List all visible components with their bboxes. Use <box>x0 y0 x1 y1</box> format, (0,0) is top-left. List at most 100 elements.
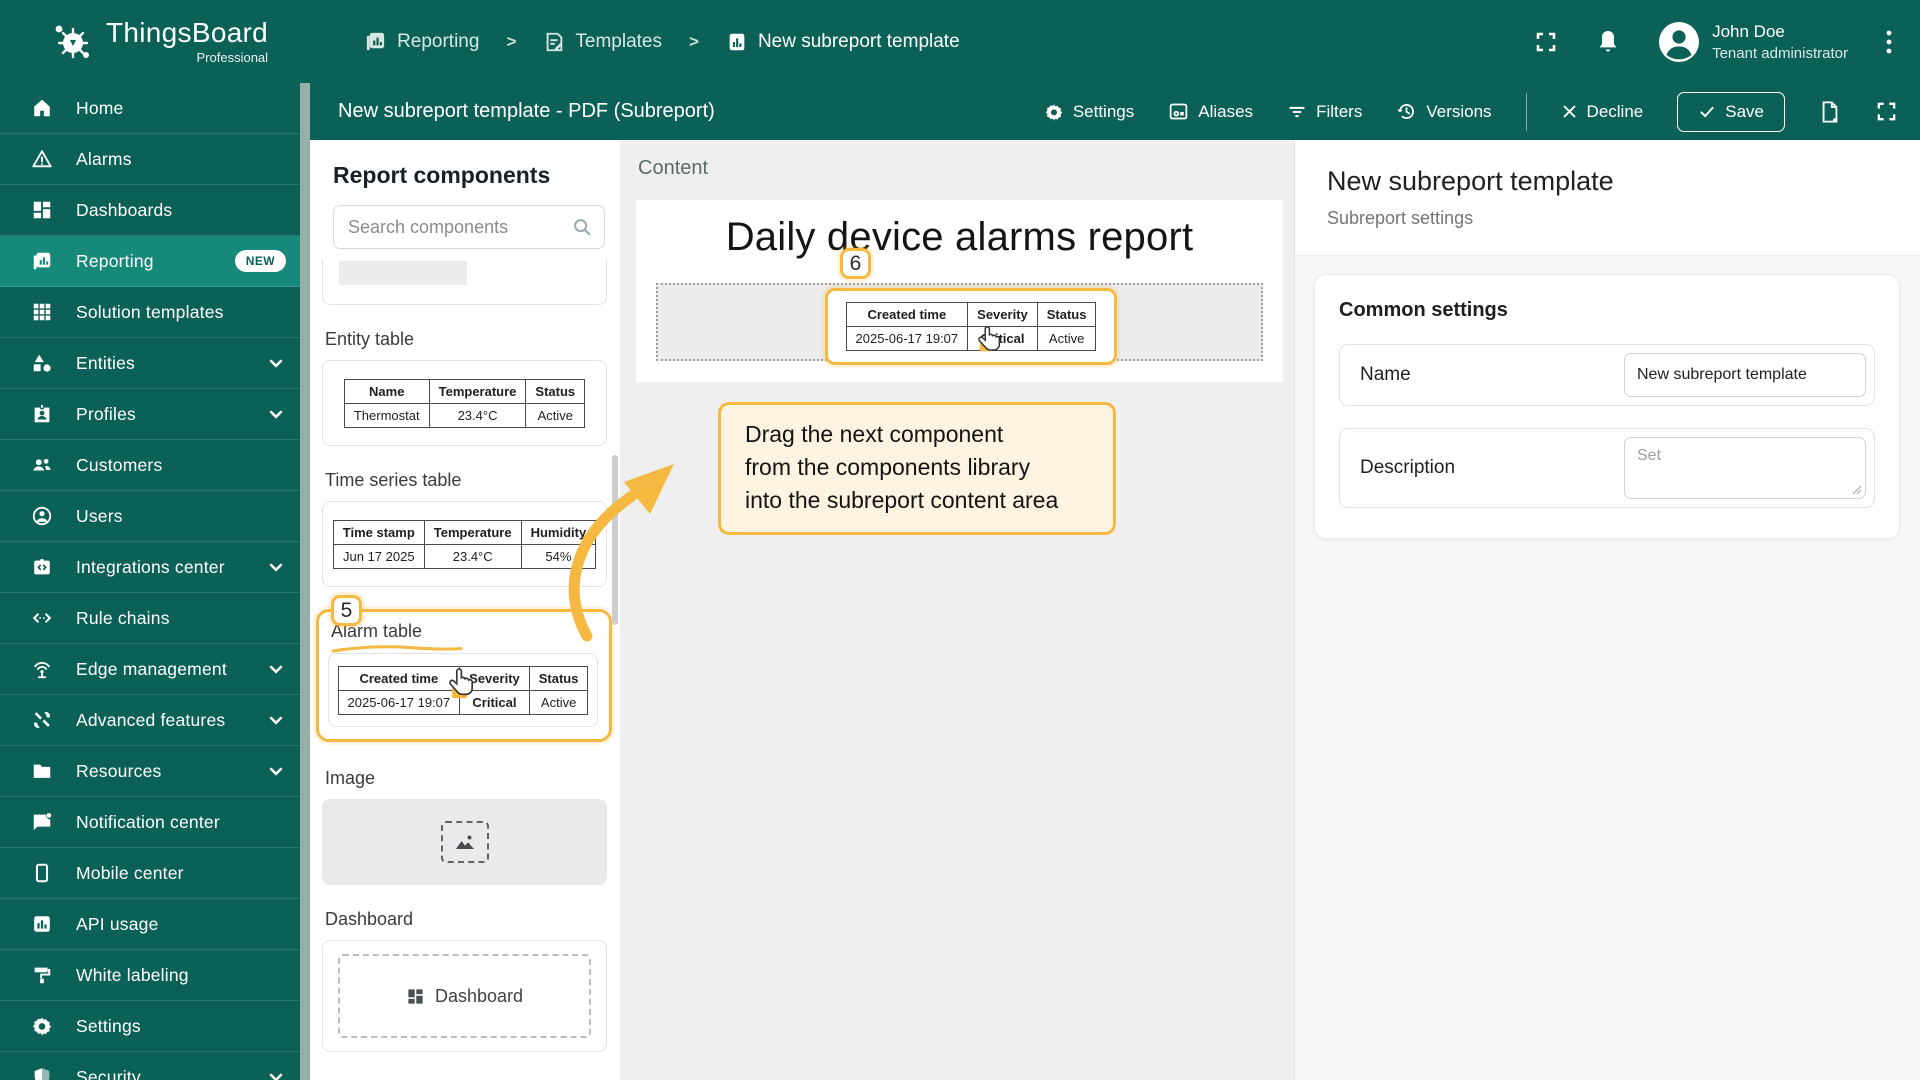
dashboards-icon <box>30 198 54 222</box>
subreport-details-panel: New subreport template Subreport setting… <box>1294 140 1920 1080</box>
breadcrumb-current[interactable]: New subreport template <box>726 31 960 53</box>
sidebar-scrollbar[interactable] <box>300 83 310 1080</box>
step-badge-5: 5 <box>331 595 362 626</box>
sidebar-item-security[interactable]: Security <box>0 1052 300 1080</box>
white-labeling-icon <box>30 963 54 987</box>
sidebar-item-rule-chains[interactable]: Rule chains <box>0 593 300 644</box>
dashboard-label: Dashboard <box>325 909 414 929</box>
home-icon <box>30 96 54 120</box>
sidebar-item-reporting[interactable]: Reporting NEW <box>0 236 300 287</box>
dropped-alarm-table[interactable]: Created time Severity Status 2025-06-17 … <box>825 288 1117 365</box>
brand-name: ThingsBoard <box>106 17 269 48</box>
sidebar-item-dashboards[interactable]: Dashboards <box>0 185 300 236</box>
details-subtitle: Subreport settings <box>1327 208 1474 228</box>
user-role: Tenant administrator <box>1712 44 1848 62</box>
breadcrumb-reporting[interactable]: Reporting <box>364 30 479 53</box>
notifications-bell-icon[interactable] <box>1596 29 1620 55</box>
name-input[interactable] <box>1624 353 1866 397</box>
resources-folder-icon <box>30 759 54 783</box>
image-component[interactable] <box>322 799 607 885</box>
sidebar-item-customers[interactable]: Customers <box>0 440 300 491</box>
advanced-features-icon <box>30 708 54 732</box>
sidebar-item-mobile-center[interactable]: Mobile center <box>0 848 300 899</box>
filters-button[interactable]: Filters <box>1287 102 1362 122</box>
versions-button[interactable]: Versions <box>1396 101 1492 122</box>
subreport-template-icon <box>726 31 748 53</box>
sidebar-item-notification-center[interactable]: Notification center <box>0 797 300 848</box>
time-series-table-component[interactable]: Time stamp Temperature Humidity Jun 17 2… <box>322 501 607 587</box>
new-badge: NEW <box>234 250 286 272</box>
name-field-row: Name <box>1339 344 1875 406</box>
sidebar-item-resources[interactable]: Resources <box>0 746 300 797</box>
entity-table-component[interactable]: Name Temperature Status Thermostat 23.4°… <box>322 360 607 446</box>
sidebar-item-integrations-center[interactable]: Integrations center <box>0 542 300 593</box>
aliases-button[interactable]: Aliases <box>1168 101 1253 122</box>
components-scrollbar[interactable] <box>612 455 618 625</box>
report-page-preview[interactable]: Daily device alarms report Created time … <box>636 200 1283 382</box>
scrolled-component-card[interactable] <box>322 259 607 305</box>
sidebar-item-white-labeling[interactable]: White labeling <box>0 950 300 1001</box>
reporting-icon <box>30 249 54 273</box>
sidebar-item-entities[interactable]: Entities <box>0 338 300 389</box>
more-menu-icon[interactable] <box>1886 29 1892 55</box>
alarm-table-component[interactable]: Created time Severity Status 2025-06-17 … <box>328 653 598 727</box>
sidebar-item-users[interactable]: Users <box>0 491 300 542</box>
rule-chains-icon <box>30 606 54 630</box>
entity-table-preview: Name Temperature Status Thermostat 23.4°… <box>343 379 586 428</box>
common-settings-card: Common settings Name Description <box>1314 274 1900 539</box>
top-header: ThingsBoard Professional Reporting > Tem… <box>0 0 1920 83</box>
template-toolbar: New subreport template - PDF (Subreport)… <box>310 83 1920 140</box>
content-section-label: Content <box>638 157 709 179</box>
toolbar-divider <box>1525 92 1527 131</box>
generate-report-icon[interactable] <box>1819 100 1841 124</box>
name-field-label: Name <box>1360 364 1411 385</box>
decline-button[interactable]: Decline <box>1561 102 1643 122</box>
time-series-table-preview: Time stamp Temperature Humidity Jun 17 2… <box>332 520 597 569</box>
sidebar-item-edge-management[interactable]: Edge management <box>0 644 300 695</box>
hand-cursor-icon <box>449 668 473 699</box>
step-badge-6: 6 <box>840 248 871 279</box>
template-title: New subreport template - PDF (Subreport) <box>338 100 715 122</box>
breadcrumb: Reporting > Templates > New subreport te… <box>364 30 960 53</box>
user-menu[interactable]: John Doe Tenant administrator <box>1658 21 1848 63</box>
profiles-icon <box>30 402 54 426</box>
component-placeholder-strip <box>339 261 467 285</box>
entities-icon <box>30 351 54 375</box>
settings-button[interactable]: Settings <box>1044 102 1134 122</box>
brand-edition: Professional <box>196 50 269 65</box>
sidebar-item-profiles[interactable]: Profiles <box>0 389 300 440</box>
sidebar-item-advanced-features[interactable]: Advanced features <box>0 695 300 746</box>
report-title: Daily device alarms report <box>725 215 1194 259</box>
search-components-input[interactable] <box>333 205 605 249</box>
sidebar-item-api-usage[interactable]: API usage <box>0 899 300 950</box>
templates-icon <box>543 31 565 53</box>
dashboard-component[interactable]: Dashboard <box>322 940 607 1052</box>
notification-center-icon <box>30 810 54 834</box>
subreport-content-area: Content Daily device alarms report Creat… <box>620 140 1294 1080</box>
drag-hint-tooltip: Drag the next component from the compone… <box>718 402 1116 535</box>
chevron-down-icon <box>266 353 286 373</box>
description-textarea[interactable] <box>1624 437 1866 499</box>
sidebar-item-alarms[interactable]: Alarms <box>0 134 300 185</box>
breadcrumb-templates[interactable]: Templates <box>543 31 662 53</box>
sidebar-item-settings[interactable]: Settings <box>0 1001 300 1052</box>
gear-icon <box>1044 102 1064 122</box>
chevron-down-icon <box>266 404 286 424</box>
brand-logo[interactable]: ThingsBoard Professional <box>50 19 268 64</box>
fullscreen-icon[interactable] <box>1534 30 1558 54</box>
sidebar-item-solution-templates[interactable]: Solution templates <box>0 287 300 338</box>
image-placeholder-icon <box>440 821 489 863</box>
check-icon <box>1698 103 1716 121</box>
user-name: John Doe <box>1712 21 1785 41</box>
filter-icon <box>1287 102 1307 122</box>
users-icon <box>30 504 54 528</box>
alarm-table-label: Alarm table <box>331 621 423 641</box>
save-button[interactable]: Save <box>1677 91 1785 132</box>
components-panel-title: Report components <box>333 162 551 188</box>
dropped-alarm-table-preview: Created time Severity Status 2025-06-17 … <box>845 302 1097 351</box>
history-clock-icon <box>1396 101 1417 122</box>
edge-management-icon <box>30 657 54 681</box>
sidebar-item-home[interactable]: Home <box>0 83 300 134</box>
component-drop-zone[interactable]: Created time Severity Status 2025-06-17 … <box>656 283 1263 365</box>
expand-fullscreen-icon[interactable] <box>1875 100 1898 123</box>
